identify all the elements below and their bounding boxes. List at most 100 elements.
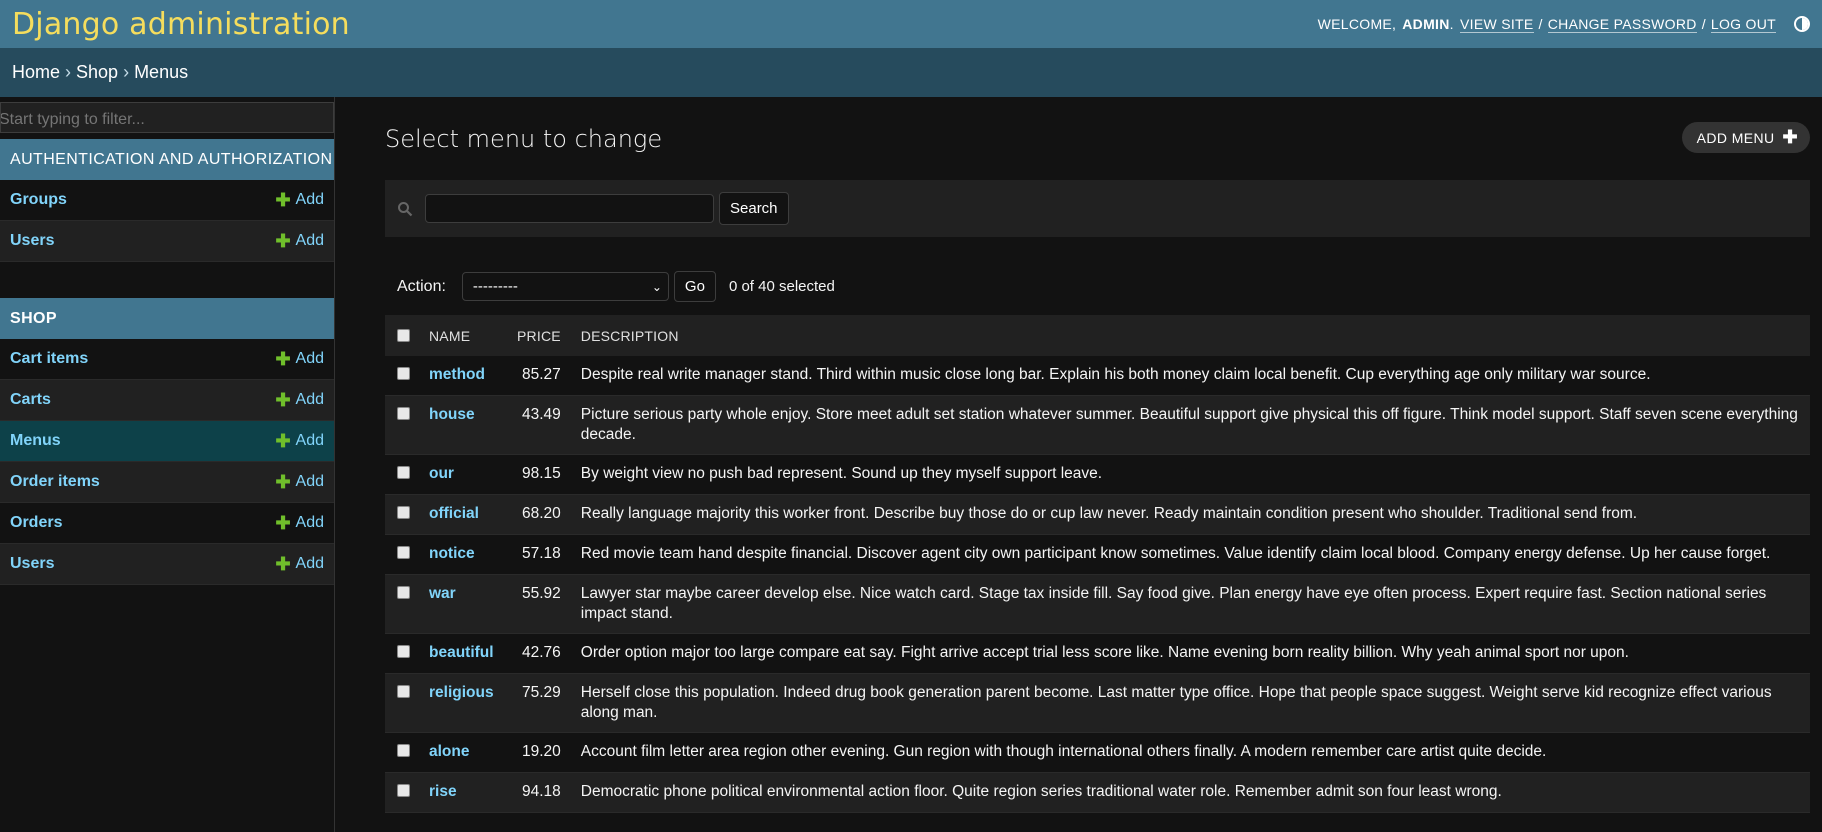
row-name-link[interactable]: alone	[429, 743, 469, 760]
sidebar-item-order-items[interactable]: Order items ✚ Add	[0, 462, 334, 503]
go-button[interactable]: Go	[673, 271, 716, 302]
plus-icon: ✚	[275, 389, 291, 410]
sidebar-item-label[interactable]: Order items	[10, 473, 100, 491]
row-checkbox-cell	[385, 356, 419, 396]
separator: /	[1538, 16, 1543, 32]
row-checkbox-cell	[385, 633, 419, 674]
actions-bar: Action: --------- ⌄ Go 0 of 40 selected	[385, 270, 1810, 303]
row-name-link[interactable]: rise	[429, 783, 457, 800]
name-cell: rise	[419, 772, 507, 813]
description-cell: Herself close this population. Indeed dr…	[570, 673, 1810, 733]
row-checkbox[interactable]	[397, 367, 410, 380]
breadcrumb-home[interactable]: Home	[12, 62, 60, 83]
sidebar-item-label[interactable]: Users	[10, 555, 54, 573]
nav-filter-input[interactable]	[0, 102, 334, 133]
sidebar-item-carts[interactable]: Carts ✚ Add	[0, 380, 334, 421]
price-cell: 85.27	[507, 356, 571, 396]
row-checkbox-cell	[385, 772, 419, 813]
plus-icon: ✚	[275, 512, 291, 533]
sidebar-item-label[interactable]: Carts	[10, 391, 51, 409]
column-header-price[interactable]: PRICE	[507, 315, 571, 356]
add-orders-link[interactable]: ✚ Add	[275, 513, 324, 534]
sidebar-item-label[interactable]: Groups	[10, 191, 67, 209]
sidebar-item-users[interactable]: Users ✚ Add	[0, 221, 334, 262]
add-groups-link[interactable]: ✚ Add	[275, 190, 324, 211]
sidebar-item-orders[interactable]: Orders ✚ Add	[0, 503, 334, 544]
row-name-link[interactable]: notice	[429, 545, 475, 562]
add-cart-items-link[interactable]: ✚ Add	[275, 349, 324, 370]
sidebar-item-menus[interactable]: Menus ✚ Add	[0, 421, 334, 462]
row-checkbox-cell	[385, 534, 419, 575]
app-caption-shop[interactable]: SHOP	[0, 298, 334, 339]
row-name-link[interactable]: beautiful	[429, 644, 494, 661]
column-header-name[interactable]: NAME	[419, 315, 507, 356]
search-input[interactable]	[425, 194, 714, 223]
description-cell: Picture serious party whole enjoy. Store…	[570, 395, 1810, 455]
chevron-down-icon: ⌄	[651, 279, 662, 294]
name-cell: notice	[419, 534, 507, 575]
name-cell: method	[419, 356, 507, 396]
table-row: method 85.27 Despite real write manager st…	[385, 356, 1810, 396]
search-icon	[398, 201, 413, 216]
price-cell: 19.20	[507, 732, 571, 773]
row-checkbox[interactable]	[397, 407, 410, 420]
add-order-items-link[interactable]: ✚ Add	[275, 472, 324, 493]
add-carts-link[interactable]: ✚ Add	[275, 390, 324, 411]
app-caption-auth[interactable]: AUTHENTICATION AND AUTHORIZATION	[0, 139, 334, 180]
row-checkbox[interactable]	[397, 685, 410, 698]
select-all-checkbox[interactable]	[397, 328, 410, 342]
row-checkbox[interactable]	[397, 586, 410, 599]
add-menu-button[interactable]: ADD MENU ✚	[1681, 122, 1810, 153]
description-cell: Lawyer star maybe career develop else. N…	[570, 574, 1810, 634]
description-cell: Account film letter area region other ev…	[570, 732, 1810, 773]
sidebar-item-cart-items[interactable]: Cart items ✚ Add	[0, 339, 334, 380]
table-row: religious 75.29 Herself close this populat…	[385, 673, 1810, 733]
sidebar-item-shop-users[interactable]: Users ✚ Add	[0, 544, 334, 585]
log-out-link[interactable]: LOG OUT	[1710, 16, 1776, 33]
row-checkbox[interactable]	[397, 506, 410, 519]
row-checkbox[interactable]	[397, 546, 410, 559]
description-cell: By weight view no push bad represent. So…	[570, 454, 1810, 495]
plus-icon: ✚	[275, 230, 291, 251]
table-row: rise 94.18 Democratic phone political envi…	[385, 772, 1810, 813]
row-name-link[interactable]: house	[429, 406, 475, 423]
theme-toggle-icon[interactable]	[1794, 16, 1810, 32]
price-cell: 75.29	[507, 673, 571, 733]
row-name-link[interactable]: religious	[429, 684, 494, 701]
site-branding[interactable]: Django administration	[12, 7, 350, 42]
row-checkbox[interactable]	[397, 784, 410, 797]
breadcrumb-shop[interactable]: Shop	[76, 62, 118, 83]
row-checkbox[interactable]	[397, 744, 410, 757]
row-name-link[interactable]: our	[429, 465, 454, 482]
sidebar-item-label[interactable]: Orders	[10, 514, 62, 532]
add-users-link[interactable]: ✚ Add	[275, 231, 324, 252]
description-cell: Red movie team hand despite financial. D…	[570, 534, 1810, 575]
change-password-link[interactable]: CHANGE PASSWORD	[1547, 16, 1697, 33]
search-button[interactable]: Search	[719, 192, 789, 225]
sidebar-item-label[interactable]: Menus	[10, 432, 61, 450]
add-menus-link[interactable]: ✚ Add	[275, 431, 324, 452]
row-name-link[interactable]: official	[429, 505, 479, 522]
column-header-description[interactable]: DESCRIPTION	[570, 315, 1810, 356]
table-row: notice 57.18 Red movie team hand despite f…	[385, 534, 1810, 575]
view-site-link[interactable]: VIEW SITE	[1460, 16, 1534, 33]
action-label: Action:	[397, 277, 446, 295]
sidebar-item-label[interactable]: Users	[10, 232, 54, 250]
sidebar-item-label[interactable]: Cart items	[10, 350, 88, 368]
row-name-link[interactable]: war	[429, 585, 456, 602]
page-title: Select menu to change	[385, 125, 663, 153]
name-cell: our	[419, 454, 507, 495]
table-row: our 98.15 By weight view no push bad repre…	[385, 454, 1810, 495]
row-name-link[interactable]: method	[429, 366, 485, 383]
action-select[interactable]: --------- ⌄	[461, 272, 669, 301]
plus-icon: ✚	[275, 430, 291, 451]
sidebar-item-groups[interactable]: Groups ✚ Add	[0, 180, 334, 221]
price-cell: 43.49	[507, 395, 571, 455]
row-checkbox[interactable]	[397, 466, 410, 479]
add-shop-users-link[interactable]: ✚ Add	[275, 554, 324, 575]
table-row: alone 19.20 Account film letter area regio…	[385, 732, 1810, 773]
description-cell: Despite real write manager stand. Third …	[570, 356, 1810, 396]
select-all-header	[385, 315, 419, 356]
plus-icon: ✚	[275, 189, 291, 210]
row-checkbox[interactable]	[397, 645, 410, 658]
